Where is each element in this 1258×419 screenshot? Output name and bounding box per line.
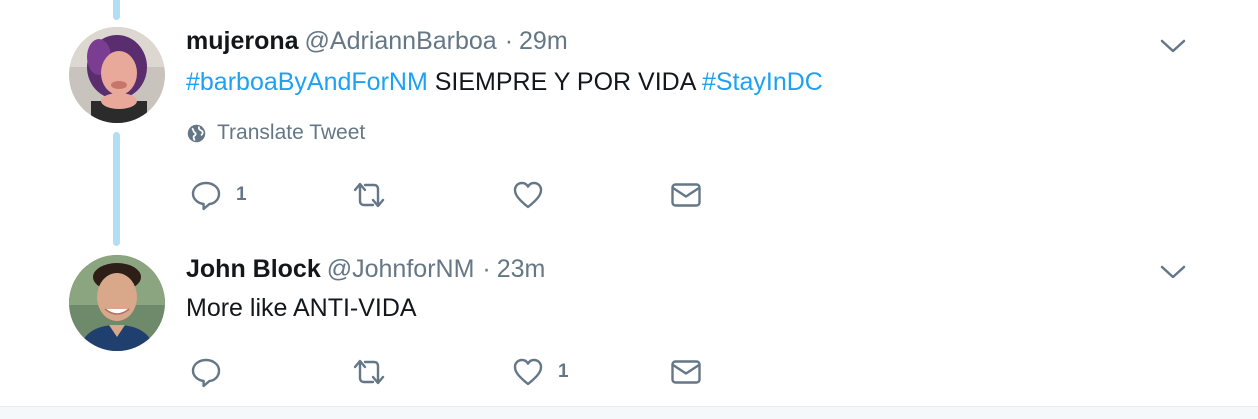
heart-icon [512,179,544,211]
reply-count: 1 [236,184,247,205]
tweet-text: More like ANTI-VIDA [186,294,417,322]
thread-connector-line [113,0,120,20]
like-count: 1 [558,361,569,382]
heart-icon [512,356,544,388]
display-name[interactable]: John Block [186,255,321,283]
like-button[interactable] [512,175,558,215]
tweet-text: #barboaByAndForNM SIEMPRE Y POR VIDA #St… [186,67,823,97]
tweet-header: John Block @JohnforNM · 23m [186,254,545,284]
tweet-text-body: SIEMPRE Y POR VIDA [427,68,702,96]
tweet-actions: 1 [0,175,1258,215]
tweet-header: mujerona @AdriannBarboa · 29m [186,26,568,56]
hashtag-link[interactable]: #barboaByAndForNM [186,68,428,96]
user-handle[interactable]: @AdriannBarboa [305,27,497,55]
reply-button[interactable]: 1 [190,175,247,215]
tweet-actions: 1 [0,352,1258,392]
retweet-icon [351,179,387,211]
avatar[interactable] [69,27,165,123]
globe-icon [186,123,207,144]
timeline-divider [0,406,1258,419]
envelope-icon [670,356,702,388]
like-button[interactable]: 1 [512,352,569,392]
envelope-icon [670,179,702,211]
user-handle[interactable]: @JohnforNM [327,255,475,283]
retweet-icon [351,356,387,388]
separator-dot: · [482,255,491,283]
avatar[interactable] [69,255,165,351]
translate-label: Translate Tweet [217,121,366,144]
display-name[interactable]: mujerona [186,27,299,55]
tweet-thread: mujerona @AdriannBarboa · 29m #barboaByAndF… [0,0,1258,419]
separator-dot: · [504,27,514,55]
hashtag-link[interactable]: #StayInDC [702,68,823,96]
timestamp[interactable]: 29m [519,27,568,55]
reply-icon [190,356,222,388]
direct-message-button[interactable] [670,352,702,392]
reply-icon [190,179,222,211]
reply-button[interactable] [190,352,236,392]
retweet-button[interactable] [351,175,387,215]
retweet-button[interactable] [351,352,387,392]
direct-message-button[interactable] [670,175,702,215]
chevron-down-icon[interactable] [1160,264,1186,280]
chevron-down-icon[interactable] [1160,38,1186,54]
timestamp[interactable]: 23m [497,255,546,283]
translate-tweet-link[interactable]: Translate Tweet [186,121,365,145]
